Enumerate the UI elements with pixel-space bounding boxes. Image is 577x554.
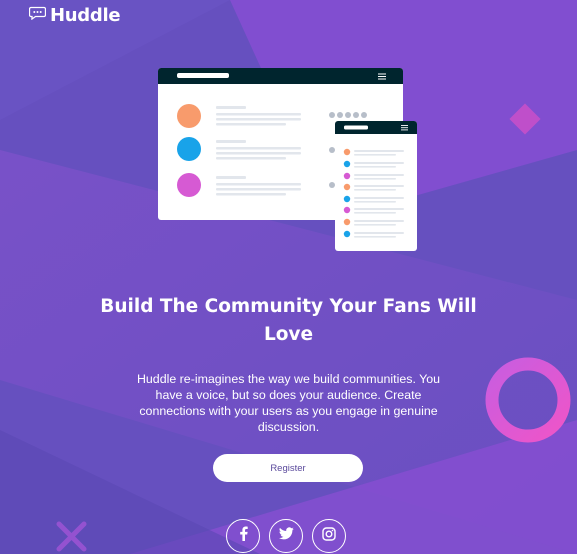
twitter-icon bbox=[278, 527, 294, 545]
twitter-link[interactable] bbox=[269, 519, 303, 553]
brand-logo[interactable]: Huddle bbox=[28, 5, 121, 26]
facebook-link[interactable] bbox=[226, 519, 260, 553]
mobile-mockup bbox=[335, 121, 417, 251]
register-button[interactable]: Register bbox=[213, 454, 363, 482]
chat-bubble-icon bbox=[28, 6, 47, 25]
hero-description: Huddle re-imagines the way we build comm… bbox=[136, 372, 441, 434]
brand-name: Huddle bbox=[50, 5, 121, 26]
social-links bbox=[226, 519, 346, 553]
instagram-icon bbox=[322, 526, 336, 546]
instagram-link[interactable] bbox=[312, 519, 346, 553]
hero-illustration bbox=[158, 68, 420, 254]
facebook-icon bbox=[239, 526, 248, 546]
hero-headline: Build The Community Your Fans Will Love bbox=[100, 296, 477, 345]
